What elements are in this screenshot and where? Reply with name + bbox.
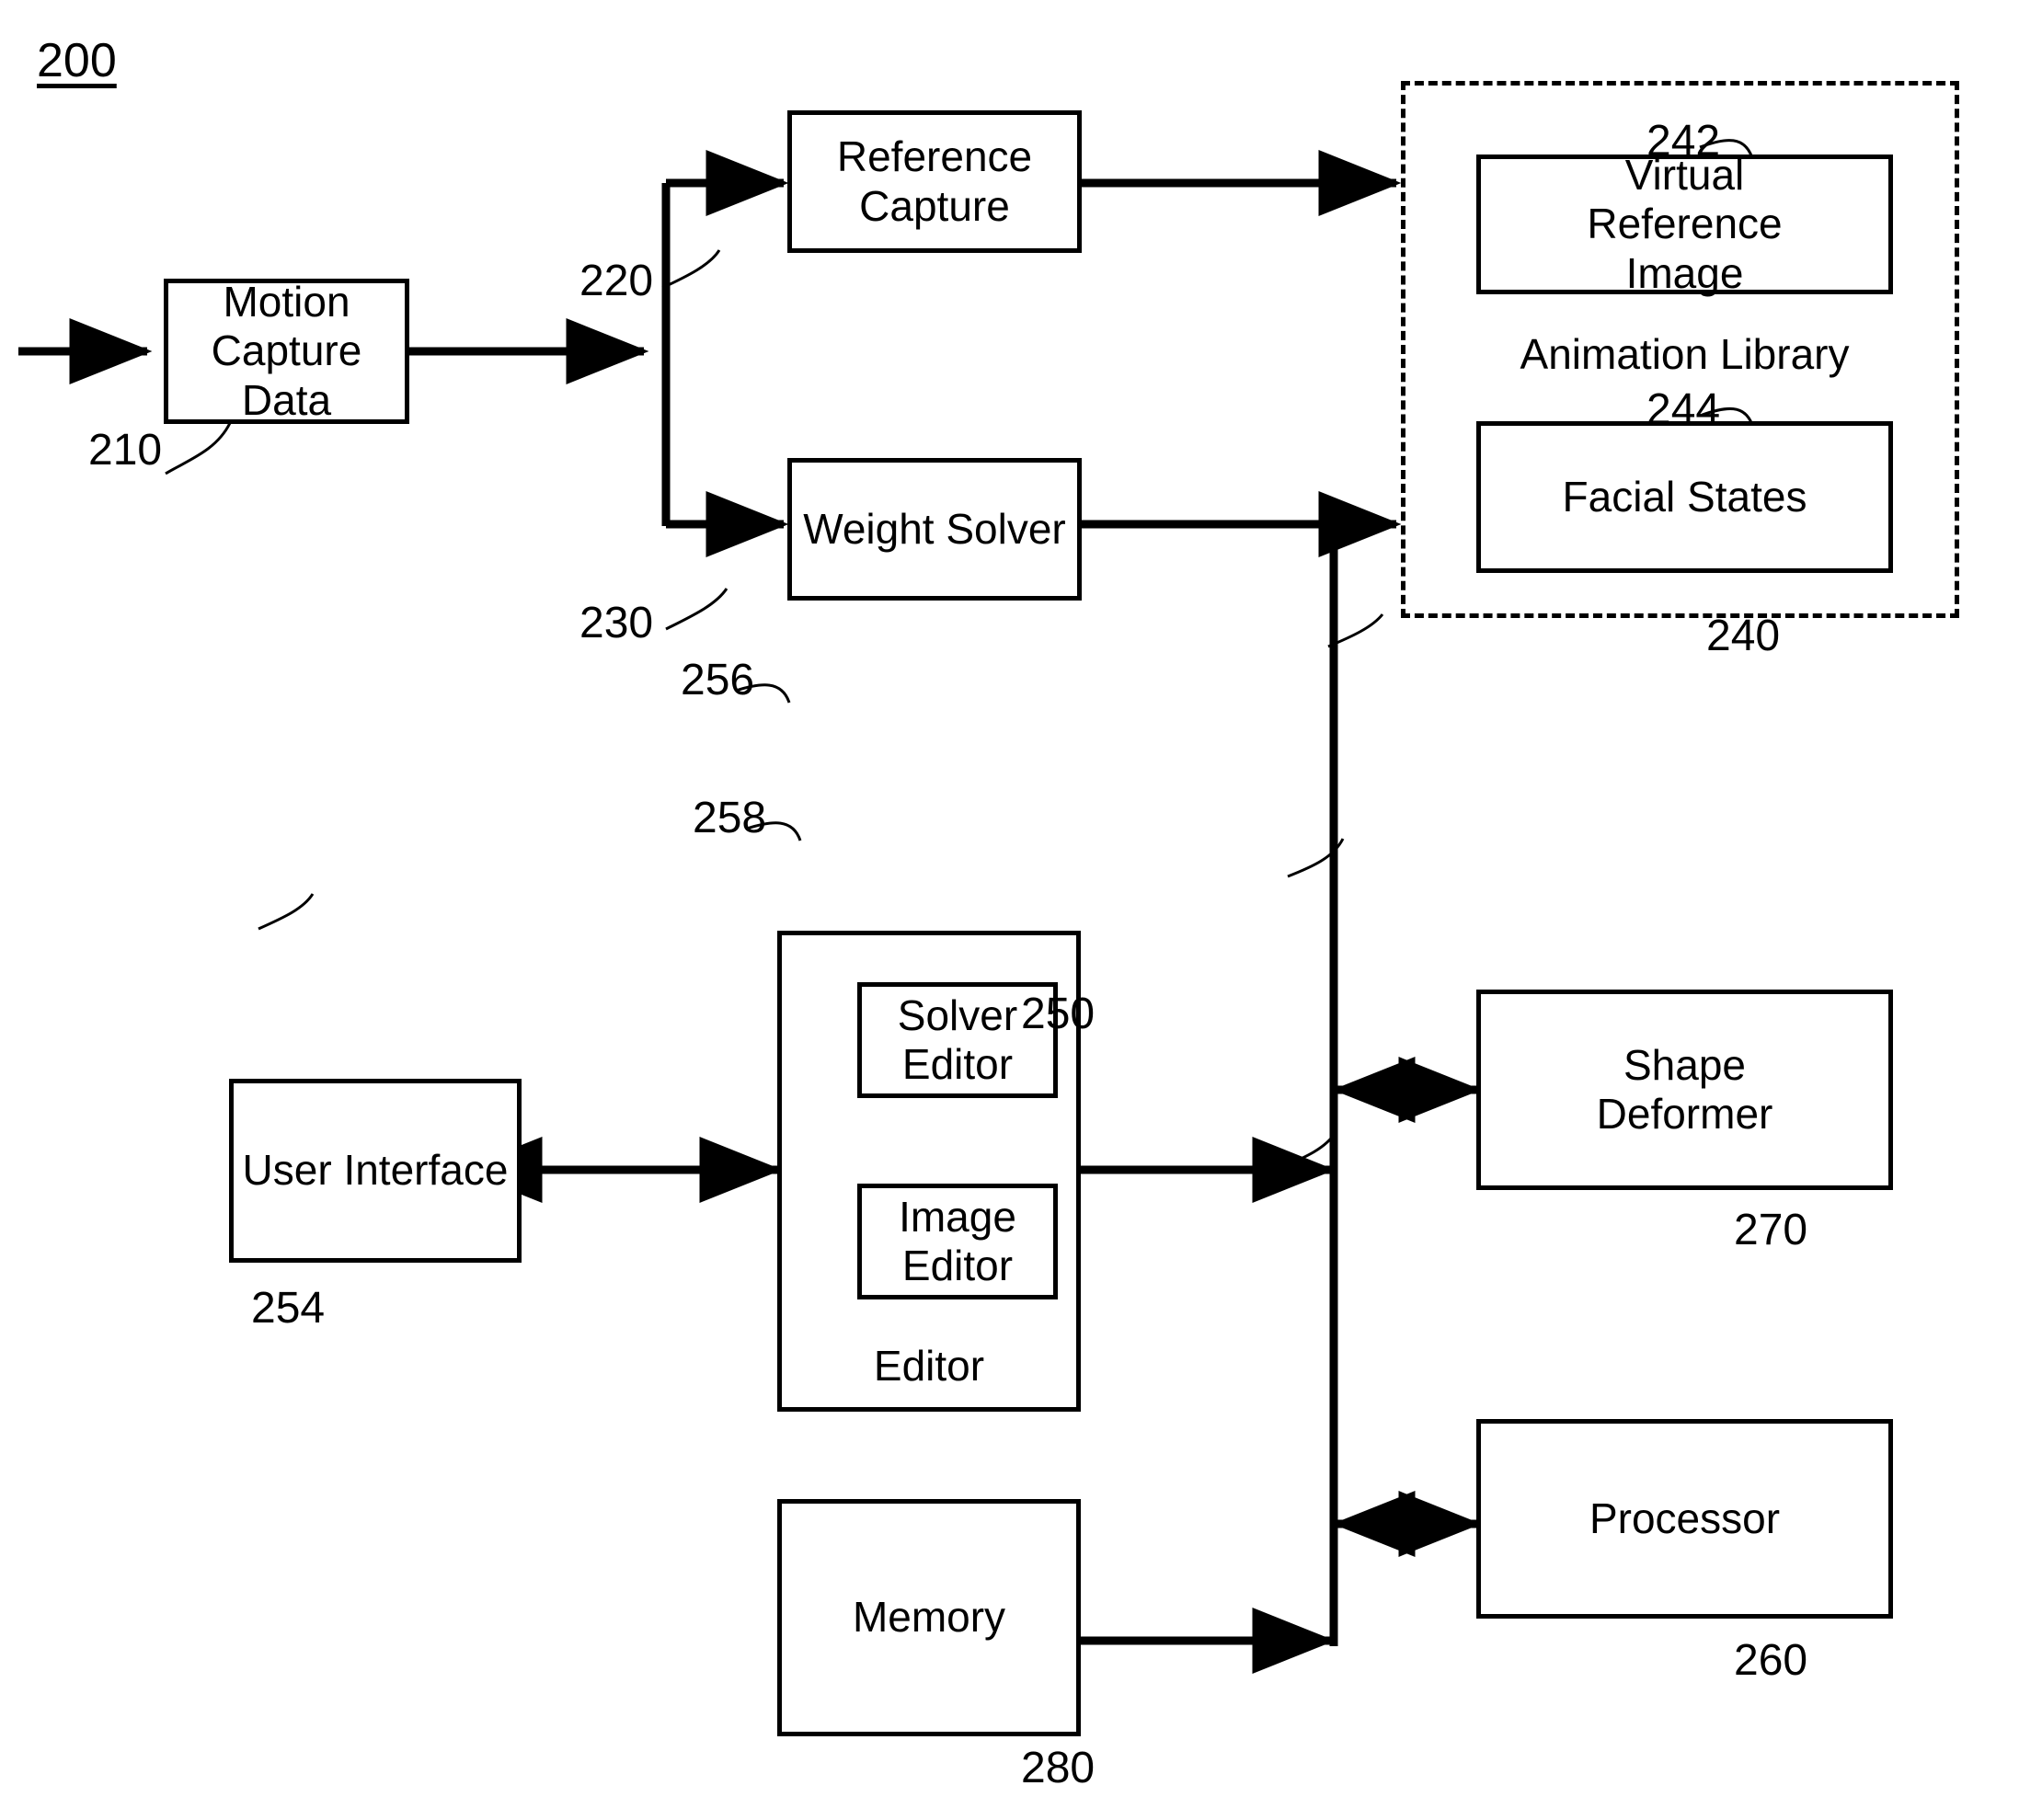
ref-number-254: 254	[251, 1284, 326, 1333]
reference-capture-line1: Reference	[836, 132, 1033, 181]
ref-number-242: 242	[1646, 117, 1721, 166]
ref-number-256: 256	[681, 656, 755, 704]
block-memory[interactable]: Memory	[777, 1499, 1081, 1736]
processor-label: Processor	[1589, 1494, 1781, 1542]
virtual-reference-image-line3: Image	[1625, 248, 1744, 297]
ref-number-244: 244	[1646, 385, 1721, 434]
block-user-interface[interactable]: User Interface	[229, 1079, 522, 1263]
solver-editor-line2: Editor	[901, 1040, 1014, 1088]
leader-220	[661, 249, 721, 290]
block-motion-capture-data[interactable]: Motion Capture Data	[164, 277, 409, 424]
weight-solver-label: Weight Solver	[803, 504, 1066, 553]
figure-number: 200	[37, 34, 117, 87]
virtual-reference-image-line2: Reference	[1587, 200, 1783, 248]
memory-label: Memory	[852, 1593, 1006, 1642]
ref-number-258: 258	[693, 794, 767, 842]
block-virtual-reference-image[interactable]: Virtual Reference Image	[1476, 151, 1893, 297]
user-interface-label: User Interface	[242, 1146, 509, 1195]
block-processor[interactable]: Processor	[1476, 1419, 1893, 1619]
ref-number-240: 240	[1706, 612, 1781, 660]
ref-number-260: 260	[1734, 1636, 1808, 1685]
image-editor-line2: Editor	[901, 1242, 1014, 1289]
block-reference-capture[interactable]: Reference Capture	[787, 110, 1082, 253]
leader-230	[665, 588, 728, 631]
reference-capture-line2: Capture	[859, 181, 1010, 230]
shape-deformer-line1: Shape	[1623, 1040, 1746, 1089]
ref-number-280: 280	[1021, 1744, 1096, 1792]
motion-capture-data-line1: Motion Capture	[211, 277, 362, 375]
leader-210	[165, 422, 232, 475]
leader-260	[1279, 1131, 1337, 1170]
block-image-editor[interactable]: Image Editor	[857, 1184, 1058, 1299]
block-facial-states[interactable]: Facial States	[1476, 421, 1893, 573]
animation-library-title: Animation Library	[1520, 330, 1850, 378]
editor-caption: Editor	[873, 1342, 985, 1390]
motion-capture-data-line2: Data	[241, 375, 332, 424]
solver-editor-line1: Solver	[897, 990, 1018, 1039]
ref-number-270: 270	[1734, 1206, 1808, 1254]
shape-deformer-line2: Deformer	[1596, 1090, 1773, 1138]
image-editor-line1: Image	[899, 1192, 1016, 1241]
leader-254	[258, 893, 315, 931]
figure-canvas: 200 Motion Capture Data 210 Reference Ca…	[0, 0, 2042, 1820]
block-shape-deformer[interactable]: Shape Deformer	[1476, 990, 1893, 1190]
ref-number-220: 220	[579, 257, 654, 305]
block-weight-solver[interactable]: Weight Solver	[787, 458, 1082, 601]
ref-number-210: 210	[88, 426, 163, 475]
facial-states-label: Facial States	[1562, 472, 1807, 521]
ref-number-230: 230	[579, 599, 654, 647]
ref-number-250: 250	[1021, 990, 1096, 1038]
